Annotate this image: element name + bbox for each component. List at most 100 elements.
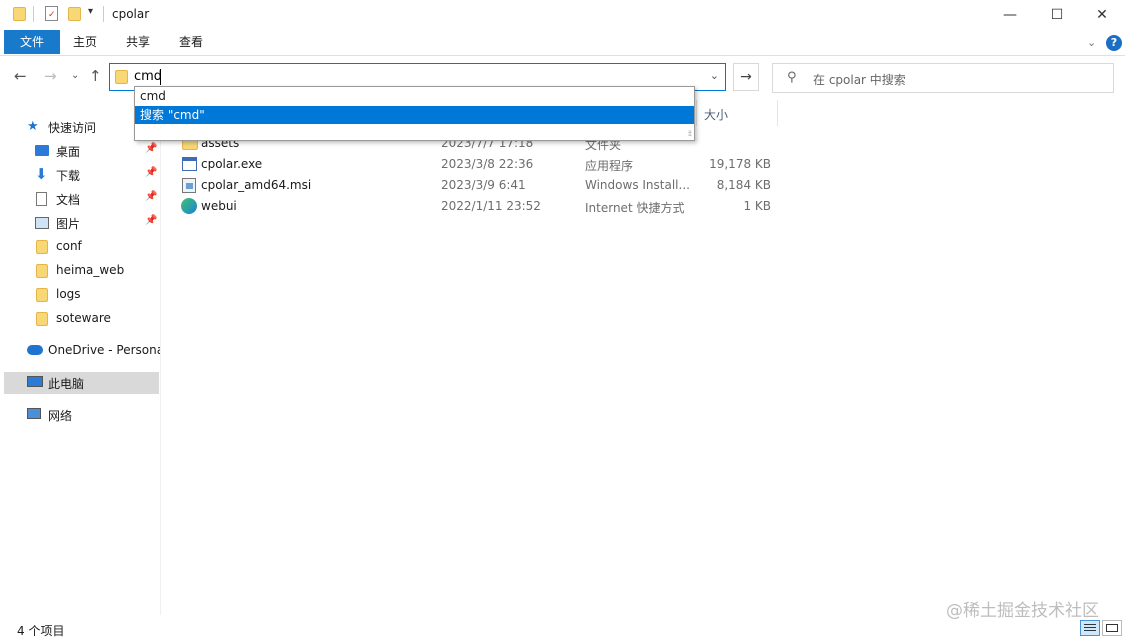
document-icon <box>36 192 47 206</box>
folder-icon <box>36 312 48 326</box>
column-header-size[interactable]: 大小 <box>704 106 728 123</box>
recent-locations-button[interactable]: ⌄ <box>71 70 79 81</box>
table-row[interactable]: cpolar_amd64.msi 2023/3/9 6:41 Windows I… <box>178 175 778 196</box>
details-view-icon <box>1084 624 1096 625</box>
folder-icon <box>115 70 128 84</box>
sidebar-item-conf[interactable]: conf <box>0 236 160 258</box>
go-button[interactable]: → <box>733 63 759 91</box>
folder-icon <box>36 240 48 254</box>
file-name: webui <box>201 199 237 213</box>
sidebar-item-soteware[interactable]: soteware <box>0 308 160 330</box>
star-icon: ★ <box>27 119 39 134</box>
arrow-left-icon: ← <box>14 67 27 85</box>
autocomplete-dropdown: cmd 搜索 "cmd" ⁞⁞ <box>134 86 695 141</box>
sidebar-item-label: 此电脑 <box>48 377 85 391</box>
help-icon[interactable]: ? <box>1106 35 1122 51</box>
sidebar-item-onedrive[interactable]: OneDrive - Persona <box>0 340 160 362</box>
tab-share[interactable]: 共享 <box>119 30 157 54</box>
minimize-button[interactable]: — <box>987 0 1033 30</box>
pane-divider[interactable] <box>160 95 161 615</box>
file-date: 2023/3/9 6:41 <box>441 178 526 192</box>
exe-icon <box>182 157 197 171</box>
pin-icon[interactable]: 📌 <box>145 143 157 154</box>
tab-home[interactable]: 主页 <box>66 30 104 54</box>
table-row[interactable]: cpolar.exe 2023/3/8 22:36 应用程序 19,178 KB <box>178 154 778 175</box>
tab-file[interactable]: 文件 <box>4 30 60 54</box>
sidebar-item-label: 文档 <box>56 193 81 207</box>
properties-icon[interactable]: ✓ <box>45 6 58 21</box>
sidebar-item-network[interactable]: 网络 <box>0 404 160 426</box>
sidebar-item-downloads[interactable]: ⬇ 下载 📌 <box>0 164 160 186</box>
details-view-button[interactable] <box>1080 620 1100 636</box>
file-type: Windows Install... <box>585 178 690 192</box>
table-row[interactable]: webui 2022/1/11 23:52 Internet 快捷方式 1 KB <box>178 196 778 217</box>
ribbon: 文件 主页 共享 查看 ⌄ ? <box>0 30 1125 55</box>
sidebar-item-pictures[interactable]: 图片 📌 <box>0 212 160 234</box>
ribbon-divider <box>0 55 1125 56</box>
pin-icon[interactable]: 📌 <box>145 191 157 202</box>
column-separator[interactable] <box>777 100 778 126</box>
sidebar-item-label: heima_web <box>56 263 125 277</box>
large-icons-view-button[interactable] <box>1102 620 1122 636</box>
search-icon: ⚲ <box>787 70 797 85</box>
sidebar-item-label: 图片 <box>56 217 81 231</box>
autocomplete-item-selected[interactable]: 搜索 "cmd" <box>135 106 694 124</box>
download-icon: ⬇ <box>35 165 48 183</box>
sidebar-item-label: 快速访问 <box>48 121 97 135</box>
file-type: 应用程序 <box>585 159 634 173</box>
new-folder-icon[interactable] <box>68 7 81 21</box>
address-input[interactable]: cmd <box>134 69 162 84</box>
sidebar-item-desktop[interactable]: 桌面 📌 <box>0 140 160 162</box>
msi-icon <box>182 178 196 193</box>
column-separator[interactable] <box>696 100 697 126</box>
folder-icon <box>36 264 48 278</box>
chevron-down-icon: ⌄ <box>71 70 80 81</box>
sidebar-item-label: soteware <box>56 311 111 325</box>
sidebar-item-documents[interactable]: 文档 📌 <box>0 188 160 210</box>
file-size: 19,178 KB <box>709 157 771 171</box>
computer-icon <box>27 376 43 387</box>
file-size: 8,184 KB <box>716 178 771 192</box>
maximize-button[interactable]: ☐ <box>1034 0 1080 30</box>
pictures-icon <box>35 217 49 229</box>
forward-button[interactable]: → <box>44 67 57 85</box>
pin-icon[interactable]: 📌 <box>145 215 157 226</box>
file-date: 2023/3/8 22:36 <box>441 157 534 171</box>
up-button[interactable]: ↑ <box>89 67 102 85</box>
sidebar-item-heima-web[interactable]: heima_web <box>0 260 160 282</box>
file-date: 2022/1/11 23:52 <box>441 199 541 213</box>
expand-ribbon-icon[interactable]: ⌄ <box>1087 36 1096 49</box>
sidebar-item-label: logs <box>56 287 81 301</box>
separator <box>103 6 104 22</box>
sidebar-item-logs[interactable]: logs <box>0 284 160 306</box>
sidebar-item-label: conf <box>56 239 82 253</box>
folder-icon <box>36 288 48 302</box>
sidebar-item-label: OneDrive - Persona <box>48 343 160 357</box>
resize-grip-icon[interactable]: ⁞⁞ <box>688 129 692 138</box>
sidebar-item-label: 下载 <box>56 169 81 183</box>
close-icon: ✕ <box>1096 7 1108 23</box>
arrow-right-icon: → <box>740 69 752 85</box>
search-input[interactable]: 在 cpolar 中搜索 <box>813 71 906 88</box>
autocomplete-item[interactable]: cmd <box>135 87 694 105</box>
search-box[interactable]: ⚲ 在 cpolar 中搜索 <box>772 63 1114 93</box>
close-button[interactable]: ✕ <box>1079 0 1125 30</box>
file-name: cpolar.exe <box>201 157 263 171</box>
customize-quick-access-icon[interactable]: ▾ <box>88 6 93 17</box>
network-icon <box>27 408 41 419</box>
watermark: @稀土掘金技术社区 <box>946 601 1099 621</box>
large-icons-view-icon <box>1106 624 1118 632</box>
pin-icon[interactable]: 📌 <box>145 167 157 178</box>
maximize-icon: ☐ <box>1050 7 1064 23</box>
sidebar-item-this-pc[interactable]: 此电脑 <box>4 372 159 394</box>
window-title: cpolar <box>112 7 150 21</box>
status-item-count: 4 个项目 <box>17 624 65 638</box>
cloud-icon <box>27 345 43 355</box>
tab-view[interactable]: 查看 <box>172 30 210 54</box>
sidebar-item-label: 桌面 <box>56 145 81 159</box>
text-caret <box>160 69 161 85</box>
arrow-up-icon: ↑ <box>89 67 102 85</box>
minimize-icon: — <box>1003 7 1017 23</box>
chevron-down-icon[interactable]: ⌄ <box>710 69 719 82</box>
back-button[interactable]: ← <box>14 67 27 85</box>
